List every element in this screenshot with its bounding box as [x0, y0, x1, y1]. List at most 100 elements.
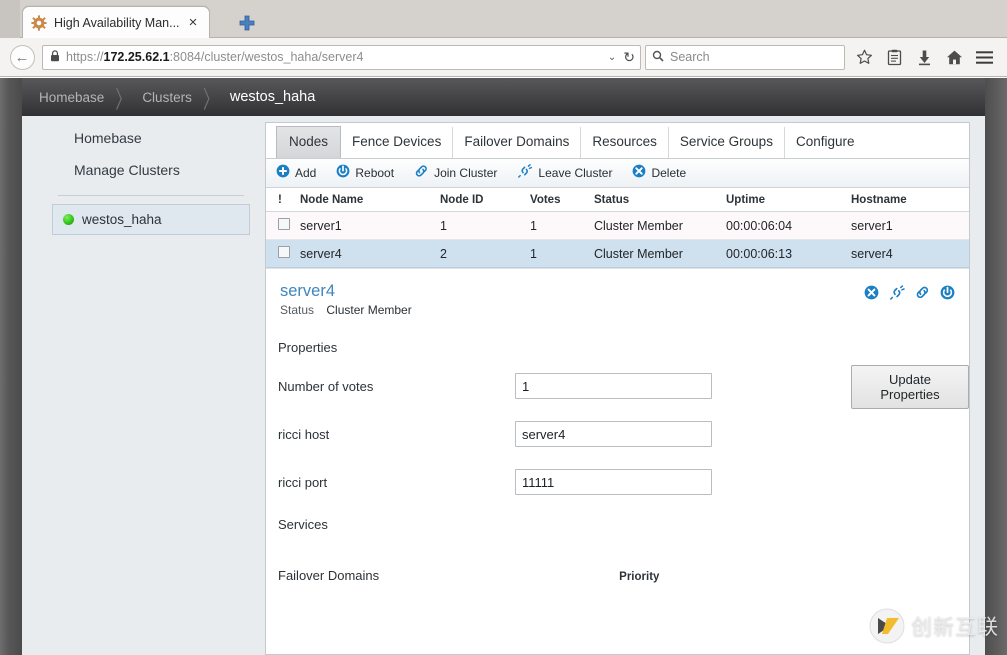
back-button[interactable]: ←	[8, 43, 36, 71]
delete-button[interactable]: Delete	[632, 164, 686, 183]
tab-title: High Availability Man...	[54, 15, 180, 30]
search-input[interactable]: Search	[645, 44, 845, 70]
sidebar-cluster-label: westos_haha	[82, 212, 162, 227]
update-properties-button[interactable]: Update Properties	[851, 365, 969, 409]
action-toolbar: Add Reboot Join Cluster Leave Cluster De…	[266, 159, 969, 188]
close-icon[interactable]: ×	[185, 15, 201, 31]
row-checkbox[interactable]	[278, 218, 290, 230]
browser-tab[interactable]: High Availability Man... ×	[22, 6, 210, 38]
browser-window: High Availability Man... × ← https:// 17…	[0, 0, 1007, 655]
sidebar-item-homebase[interactable]: Homebase	[52, 122, 250, 154]
x-circle-icon	[632, 164, 646, 183]
plus-circle-icon	[276, 164, 290, 183]
node-detail-header: server4 Status Cluster Member	[266, 268, 969, 326]
join-cluster-button[interactable]: Join Cluster	[414, 164, 497, 183]
url-bar[interactable]: https:// 172.25.62.1 :8084/cluster/westo…	[42, 44, 641, 70]
tab-configure[interactable]: Configure	[785, 127, 866, 158]
tab-nodes[interactable]: Nodes	[276, 126, 342, 158]
power-gear-icon	[336, 164, 350, 183]
home-icon[interactable]	[939, 43, 969, 71]
sidebar: Homebase Manage Clusters westos_haha	[52, 122, 250, 235]
bookmark-star-icon[interactable]	[849, 43, 879, 71]
add-label: Add	[295, 166, 317, 180]
label-ricci-port: ricci port	[278, 474, 328, 490]
row-checkbox[interactable]	[278, 246, 290, 258]
node-action-icons	[864, 285, 955, 305]
header-votes: Votes	[526, 188, 590, 212]
ricci-port-input[interactable]	[515, 469, 712, 495]
table-row[interactable]: server1 1 1 Cluster Member 00:00:06:04 s…	[266, 211, 969, 240]
row-checkbox-cell[interactable]	[266, 239, 296, 268]
failover-domains-section-title: Failover Domains	[278, 568, 380, 583]
reboot-icon[interactable]	[940, 285, 955, 305]
join-cluster-label: Join Cluster	[434, 166, 498, 180]
header-flag: !	[266, 188, 296, 212]
join-cluster-icon[interactable]	[915, 285, 930, 305]
delete-x-icon[interactable]	[864, 285, 879, 305]
search-placeholder: Search	[670, 50, 710, 64]
table-row[interactable]: server4 2 1 Cluster Member 00:00:06:13 s…	[266, 239, 969, 268]
cell-status: Cluster Member	[590, 239, 722, 268]
status-dot-icon	[63, 214, 74, 225]
status-label: Status	[280, 303, 315, 317]
sidebar-divider	[58, 195, 244, 196]
cell-votes: 1	[526, 239, 590, 268]
main-panel: Nodes Fence Devices Failover Domains Res…	[265, 122, 970, 655]
tab-fence-devices[interactable]: Fence Devices	[341, 127, 454, 158]
row-checkbox-cell[interactable]	[266, 211, 296, 240]
gear-icon	[31, 14, 47, 31]
cell-hostname: server4	[847, 239, 969, 268]
download-icon[interactable]	[909, 43, 939, 71]
property-row-ricci-port: ricci port	[278, 469, 969, 495]
number-of-votes-input[interactable]	[515, 373, 712, 399]
tab-strip-edge	[0, 0, 20, 38]
url-scheme: https://	[66, 50, 104, 64]
tab-service-groups[interactable]: Service Groups	[669, 127, 785, 158]
cell-votes: 1	[526, 211, 590, 240]
breadcrumb-item-homebase[interactable]: Homebase	[39, 90, 104, 105]
leave-cluster-label: Leave Cluster	[538, 166, 613, 180]
sidebar-item-westos-haha[interactable]: westos_haha	[52, 204, 250, 235]
reload-icon[interactable]: ↻	[623, 49, 635, 66]
leave-cluster-button[interactable]: Leave Cluster	[517, 163, 613, 183]
cell-node-name: server1	[296, 211, 436, 240]
breadcrumb-item-current: westos_haha	[229, 89, 316, 105]
status-badge: Cluster Member	[326, 303, 412, 317]
sidebar-item-manage-clusters[interactable]: Manage Clusters	[52, 154, 250, 186]
tab-strip: High Availability Man... ×	[0, 0, 1007, 38]
url-host: 172.25.62.1	[103, 50, 170, 64]
search-icon	[652, 50, 664, 65]
breadcrumb-separator-icon: 〉	[115, 88, 132, 114]
leave-cluster-icon[interactable]	[889, 285, 905, 305]
page-viewport: Homebase 〉 Clusters 〉 westos_haha Homeba…	[0, 78, 1007, 655]
url-path: :8084/cluster/westos_haha/server4	[169, 50, 364, 64]
cell-node-id: 1	[436, 211, 526, 240]
properties-section: Properties Number of votes Update Proper…	[266, 326, 969, 495]
property-row-votes: Number of votes Update Properties	[278, 365, 969, 409]
reboot-label: Reboot	[355, 166, 395, 180]
menu-icon[interactable]	[969, 43, 999, 71]
cell-uptime: 00:00:06:13	[722, 239, 847, 268]
page-content: Homebase 〉 Clusters 〉 westos_haha Homeba…	[22, 78, 985, 655]
cell-status: Cluster Member	[590, 211, 722, 240]
header-status: Status	[590, 188, 722, 212]
new-tab-button[interactable]	[236, 12, 258, 34]
chevron-down-icon[interactable]: ⌄	[608, 52, 616, 63]
link-icon	[414, 164, 429, 183]
priority-column-header: Priority	[619, 571, 660, 583]
nodes-table: ! Node Name Node ID Votes Status Uptime …	[266, 188, 969, 268]
table-header-row: ! Node Name Node ID Votes Status Uptime …	[266, 188, 969, 212]
back-arrow-icon: ←	[9, 44, 35, 70]
cell-node-name: server4	[296, 239, 436, 268]
tab-failover-domains[interactable]: Failover Domains	[453, 127, 582, 158]
reboot-button[interactable]: Reboot	[336, 164, 394, 183]
library-icon[interactable]	[879, 43, 909, 71]
lock-icon	[50, 49, 60, 65]
tab-resources[interactable]: Resources	[581, 127, 669, 158]
services-section-title: Services	[278, 517, 328, 532]
add-button[interactable]: Add	[276, 164, 316, 183]
ricci-host-input[interactable]	[515, 421, 712, 447]
properties-title: Properties	[278, 340, 338, 355]
breadcrumb-item-clusters[interactable]: Clusters	[142, 90, 192, 105]
